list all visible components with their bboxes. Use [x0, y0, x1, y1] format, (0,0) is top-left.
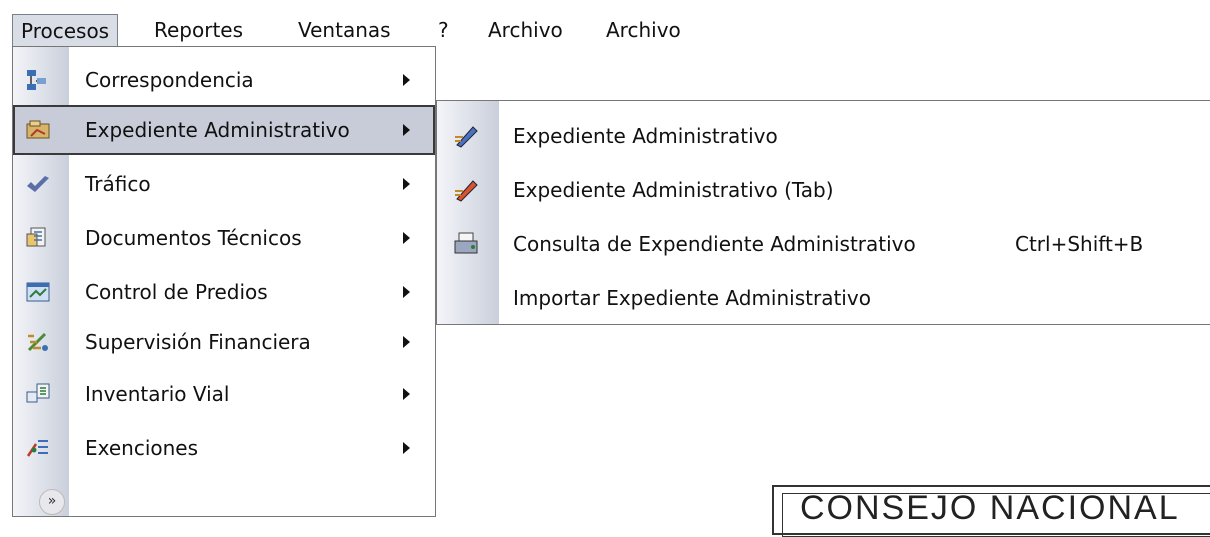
menu-item-label: Control de Predios	[85, 280, 268, 304]
submenu-item-label: Importar Expediente Administrativo	[513, 286, 871, 310]
menu-item-expediente-administrativo[interactable]: Expediente Administrativo	[13, 105, 435, 155]
submenu-arrow-icon	[403, 74, 410, 86]
menu-item-documentos-tecnicos[interactable]: Documentos Técnicos	[13, 213, 435, 263]
expediente-submenu: Expediente Administrativo Expediente Adm…	[436, 100, 1210, 325]
menu-item-label: Expediente Administrativo	[85, 118, 350, 142]
menu-ventanas-label: Ventanas	[298, 18, 391, 42]
submenu-arrow-icon	[403, 388, 410, 400]
correspondence-icon	[25, 68, 51, 92]
menu-item-label: Inventario Vial	[85, 382, 230, 406]
menu-item-label: Tráfico	[85, 172, 151, 196]
menu-item-exenciones[interactable]: Exenciones	[13, 423, 435, 473]
submenu-arrow-icon	[403, 178, 410, 190]
menu-reportes[interactable]: Reportes	[146, 14, 251, 46]
folder-hand-icon	[25, 118, 51, 142]
submenu-item-consulta-expediente[interactable]: Consulta de Expendiente Administrativo C…	[437, 217, 1209, 271]
menu-archivo-2[interactable]: Archivo	[598, 14, 689, 46]
technical-docs-icon	[25, 226, 51, 250]
menu-bar: Procesos Reportes Ventanas ? Archivo Arc…	[0, 0, 1210, 50]
submenu-arrow-icon	[403, 232, 410, 244]
submenu-item-expediente-administrativo[interactable]: Expediente Administrativo	[437, 109, 1209, 163]
traffic-check-icon	[25, 172, 51, 196]
menu-archivo-1[interactable]: Archivo	[480, 14, 571, 46]
menu-reportes-label: Reportes	[154, 18, 244, 42]
submenu-item-importar-expediente[interactable]: Importar Expediente Administrativo	[437, 271, 1209, 325]
menu-help[interactable]: ?	[430, 14, 457, 46]
background-sign: CONSEJO NACIONAL	[772, 485, 1210, 537]
menu-archivo-2-label: Archivo	[606, 18, 681, 42]
menu-item-label: Supervisión Financiera	[85, 330, 311, 354]
road-inventory-icon	[25, 382, 51, 406]
sign-text: CONSEJO NACIONAL	[800, 489, 1180, 527]
menu-item-correspondencia[interactable]: Correspondencia	[13, 55, 435, 105]
menu-procesos-label: Procesos	[21, 19, 110, 43]
menu-procesos[interactable]: Procesos	[12, 14, 119, 46]
pencil-blue-icon	[453, 123, 481, 149]
submenu-item-label: Consulta de Expendiente Administrativo	[513, 232, 916, 256]
menu-item-supervision-financiera[interactable]: Supervisión Financiera	[13, 317, 435, 367]
consult-printer-icon	[453, 231, 481, 257]
submenu-item-expediente-administrativo-tab[interactable]: Expediente Administrativo (Tab)	[437, 163, 1209, 217]
financial-supervision-icon	[25, 330, 51, 354]
menu-item-label: Correspondencia	[85, 68, 254, 92]
submenu-item-shortcut: Ctrl+Shift+B	[1015, 232, 1144, 256]
menu-item-control-de-predios[interactable]: Control de Predios	[13, 267, 435, 317]
menu-item-trafico[interactable]: Tráfico	[13, 159, 435, 209]
submenu-item-label: Expediente Administrativo (Tab)	[513, 178, 834, 202]
menu-item-label: Documentos Técnicos	[85, 226, 302, 250]
menu-ventanas[interactable]: Ventanas	[290, 14, 399, 46]
pencil-red-icon	[453, 177, 481, 203]
menu-help-label: ?	[438, 18, 449, 42]
submenu-arrow-icon	[403, 442, 410, 454]
exemptions-icon	[25, 436, 51, 460]
menu-archivo-1-label: Archivo	[488, 18, 563, 42]
menu-item-inventario-vial[interactable]: Inventario Vial	[13, 369, 435, 419]
menu-item-label: Exenciones	[85, 436, 199, 460]
submenu-item-label: Expediente Administrativo	[513, 124, 778, 148]
property-window-icon	[25, 280, 51, 304]
submenu-arrow-icon	[403, 286, 410, 298]
submenu-arrow-icon	[403, 336, 410, 348]
procesos-dropdown: Correspondencia Expediente Administrativ…	[12, 46, 436, 517]
expand-more-chevron-icon[interactable]: »	[39, 489, 65, 515]
submenu-arrow-icon	[403, 124, 410, 136]
